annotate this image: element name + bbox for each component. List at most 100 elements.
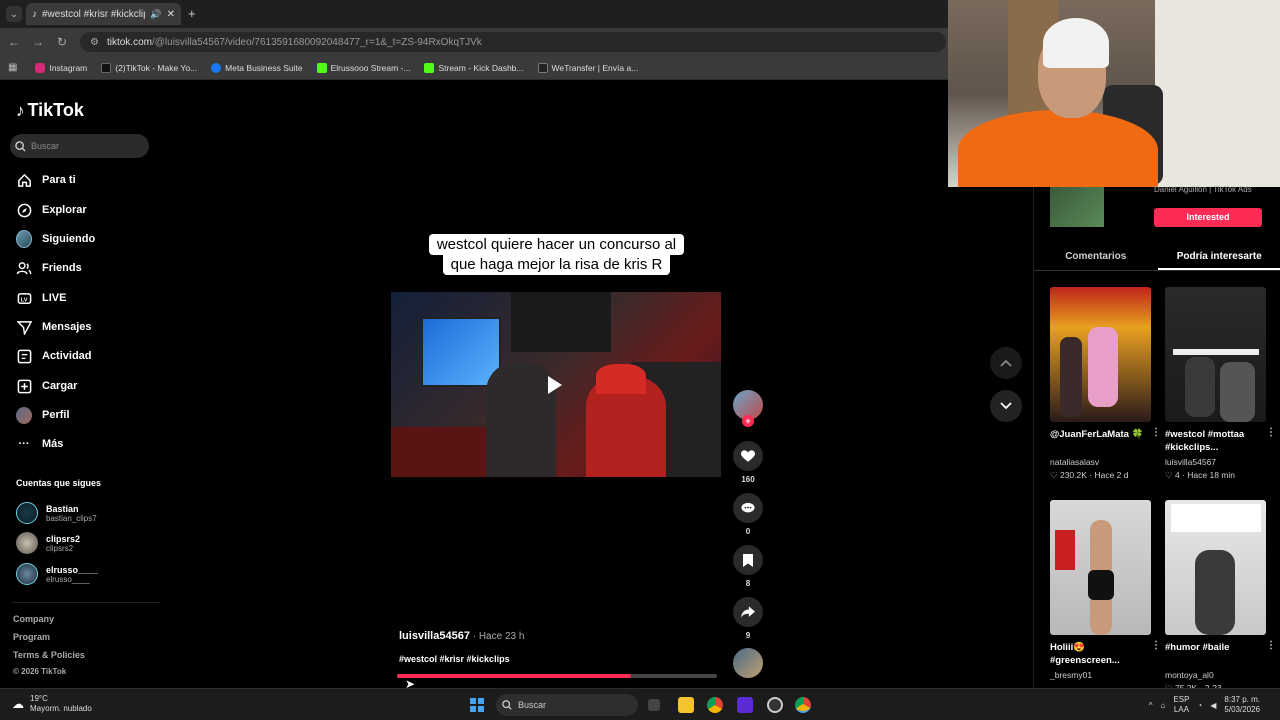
video-thumbnail[interactable] bbox=[1165, 287, 1266, 422]
apps-icon[interactable]: ▦ bbox=[8, 62, 17, 73]
reload-icon[interactable]: ↻ bbox=[50, 35, 74, 49]
windows-start-icon[interactable] bbox=[470, 698, 484, 712]
video-hashtags[interactable]: #westcol #krisr #kickclips bbox=[399, 654, 510, 664]
taskbar-search[interactable]: Buscar bbox=[496, 694, 638, 716]
bookmark-kick-stream[interactable]: Elrussooo Stream -... bbox=[316, 62, 410, 73]
video-thumbnail[interactable] bbox=[1050, 500, 1151, 635]
suggested-video-card[interactable]: @JuanFerLaMata 🍀 nataliasalasv ♡ 230.2K … bbox=[1050, 287, 1161, 481]
music-disc-avatar[interactable] bbox=[733, 648, 763, 678]
more-options-icon[interactable]: ⋮ bbox=[1266, 427, 1276, 438]
comment-action[interactable]: 0 bbox=[732, 493, 764, 536]
language-indicator[interactable]: ESP LAA bbox=[1173, 695, 1189, 715]
upload-icon bbox=[16, 378, 32, 394]
tiktok-logo[interactable]: ♪ TikTok bbox=[16, 100, 84, 121]
ad-thumbnail[interactable] bbox=[1050, 187, 1104, 227]
suggested-video-card[interactable]: #westcol #mottaa #kickclips... luisvilla… bbox=[1165, 287, 1276, 481]
svg-text:LV: LV bbox=[20, 297, 27, 303]
card-user: montoya_al0 bbox=[1165, 670, 1214, 680]
video-username[interactable]: luisvilla54567 bbox=[399, 630, 470, 642]
bookmark-tiktok[interactable]: (2)TikTok - Make Yo... bbox=[101, 62, 197, 73]
video-player[interactable] bbox=[391, 292, 721, 477]
like-count: 160 bbox=[741, 475, 755, 484]
video-thumbnail[interactable] bbox=[1050, 287, 1151, 422]
nav-para-ti[interactable]: Para ti bbox=[16, 169, 76, 191]
nav-mas[interactable]: ··· Más bbox=[16, 433, 64, 455]
nav-cargar[interactable]: Cargar bbox=[16, 375, 77, 397]
close-tab-icon[interactable]: ✕ bbox=[167, 9, 175, 20]
followed-account[interactable]: elrusso____ elrusso____ bbox=[16, 563, 98, 585]
footer-link-company[interactable]: Company bbox=[13, 614, 54, 624]
nav-actividad[interactable]: Actividad bbox=[16, 345, 92, 367]
tiktok-note-icon: ♪ bbox=[16, 100, 25, 120]
progress-fill bbox=[397, 674, 631, 678]
meta-icon bbox=[211, 62, 222, 73]
back-icon[interactable]: ← bbox=[2, 35, 26, 49]
save-count: 8 bbox=[745, 579, 751, 588]
avatar bbox=[16, 563, 38, 585]
address-bar-row: ← → ↻ ⚙ tiktok.com /@luisvilla54567/vide… bbox=[0, 28, 948, 56]
url-bar[interactable]: ⚙ tiktok.com /@luisvilla54567/video/7613… bbox=[80, 32, 946, 52]
file-explorer-icon[interactable] bbox=[678, 697, 694, 713]
chrome-active-icon[interactable] bbox=[795, 697, 811, 713]
bookmark-wetransfer[interactable]: WeTransfer | Envía a... bbox=[537, 62, 638, 73]
site-info-icon[interactable]: ⚙ bbox=[90, 37, 99, 48]
friends-icon bbox=[16, 260, 32, 276]
follow-plus-icon[interactable]: + bbox=[742, 415, 754, 427]
bookmark-kick-dashboard[interactable]: Stream - Kick Dashb... bbox=[424, 62, 524, 73]
nav-perfil[interactable]: Perfil bbox=[16, 404, 70, 426]
tab-search-button[interactable]: ⌄ bbox=[6, 6, 22, 22]
share-action[interactable]: 9 bbox=[732, 597, 764, 640]
footer-link-terms[interactable]: Terms & Policies bbox=[13, 650, 85, 660]
followed-account[interactable]: clipsrs2 clipsrs2 bbox=[16, 532, 80, 554]
next-video-button[interactable] bbox=[990, 390, 1022, 422]
tab-comentarios[interactable]: Comentarios bbox=[1034, 243, 1158, 270]
app-icon[interactable] bbox=[737, 697, 753, 713]
video-progress-bar[interactable] bbox=[397, 674, 717, 678]
nav-siguiendo[interactable]: Siguiendo bbox=[16, 228, 95, 250]
activity-icon bbox=[16, 348, 32, 364]
browser-tab[interactable]: ♪ #westcol #krisr #kickclips 🔊 ✕ bbox=[26, 3, 181, 25]
video-thumbnail[interactable] bbox=[1165, 500, 1266, 635]
bookmark-instagram[interactable]: Instagram bbox=[35, 62, 87, 73]
compass-icon bbox=[16, 202, 32, 218]
nav-live[interactable]: LV LIVE bbox=[16, 287, 66, 309]
footer-link-program[interactable]: Program bbox=[13, 632, 50, 642]
previous-video-button[interactable] bbox=[990, 347, 1022, 379]
live-icon: LV bbox=[16, 290, 32, 306]
new-tab-button[interactable]: + bbox=[188, 6, 196, 21]
tab-podria-interesarte[interactable]: Podría interesarte bbox=[1157, 243, 1280, 270]
profile-avatar-icon bbox=[16, 406, 32, 424]
followed-account[interactable]: Bastian bastian_clips7 bbox=[16, 502, 97, 524]
card-stats: ♡ 4 · Hace 18 min bbox=[1165, 470, 1235, 480]
chrome-icon[interactable] bbox=[707, 697, 723, 713]
home-icon bbox=[16, 172, 32, 188]
more-dots-icon: ··· bbox=[18, 438, 30, 450]
bookmark-icon bbox=[743, 553, 753, 567]
tray-chevron-icon[interactable]: ^ bbox=[1149, 701, 1153, 710]
more-options-icon[interactable]: ⋮ bbox=[1151, 427, 1161, 438]
nav-mensajes[interactable]: Mensajes bbox=[16, 316, 92, 338]
search-input[interactable]: Buscar bbox=[10, 134, 149, 158]
following-heading: Cuentas que sigues bbox=[16, 478, 102, 488]
weather-widget[interactable]: ☁ 19°C Mayorm. nublado bbox=[12, 694, 92, 714]
save-action[interactable]: 8 bbox=[732, 545, 764, 588]
network-icon[interactable]: ⌂ bbox=[1161, 701, 1166, 710]
wifi-icon[interactable]: ◔ bbox=[1197, 701, 1202, 710]
more-options-icon[interactable]: ⋮ bbox=[1151, 640, 1161, 651]
play-icon[interactable] bbox=[548, 376, 562, 394]
interested-button[interactable]: Interested bbox=[1154, 208, 1262, 227]
nav-friends[interactable]: Friends bbox=[16, 257, 82, 279]
clock[interactable]: 8:37 p. m. 5/03/2026 bbox=[1224, 695, 1260, 715]
bookmark-meta[interactable]: Meta Business Suite bbox=[211, 62, 303, 73]
obs-icon[interactable] bbox=[767, 697, 783, 713]
like-action[interactable]: 160 bbox=[732, 441, 764, 484]
suggested-video-card[interactable]: #humor #baile montoya_al0 ♡ 75.2K · 2-23… bbox=[1165, 500, 1276, 694]
audio-icon[interactable]: 🔊 bbox=[150, 9, 161, 20]
card-user: _bresmy01 bbox=[1050, 670, 1093, 680]
task-view-icon[interactable] bbox=[648, 699, 660, 711]
volume-icon[interactable]: ◀ bbox=[1210, 701, 1216, 710]
suggested-video-card[interactable]: Holiii😍 #greenscreen... _bresmy01 ⋮ bbox=[1050, 500, 1161, 680]
forward-icon[interactable]: → bbox=[26, 35, 50, 49]
more-options-icon[interactable]: ⋮ bbox=[1266, 640, 1276, 651]
nav-explorar[interactable]: Explorar bbox=[16, 199, 87, 221]
